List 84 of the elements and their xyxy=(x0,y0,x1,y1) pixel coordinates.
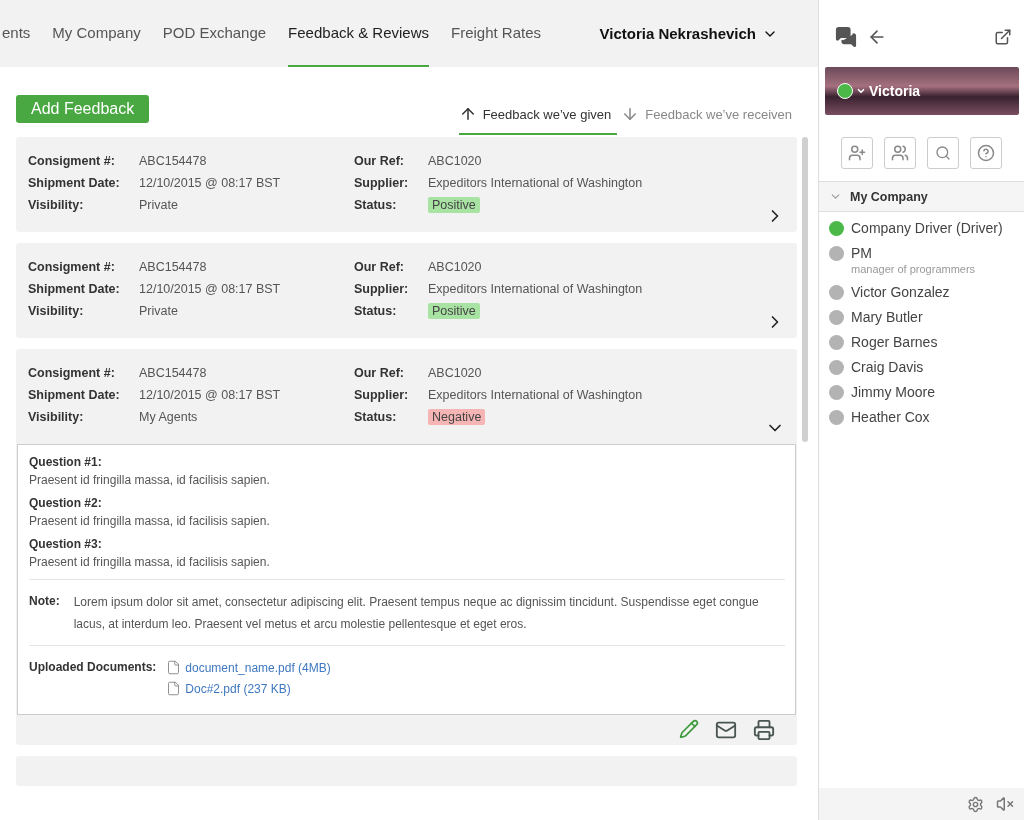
field-value: ABC1020 xyxy=(428,365,483,381)
field-label: Shipment Date: xyxy=(28,175,121,191)
field-value: Private xyxy=(139,303,179,319)
field-label: Visibility: xyxy=(28,303,85,319)
field-value: Expeditors International of Washington xyxy=(428,387,644,403)
field-value: Private xyxy=(139,197,179,213)
field-label: Shipment Date: xyxy=(28,387,121,403)
contact-name[interactable]: Mary Butler xyxy=(851,309,1014,325)
add-user-icon xyxy=(848,144,866,162)
profile-name: Victoria xyxy=(869,83,921,99)
field-value: ABC1020 xyxy=(428,153,483,169)
nav-tab[interactable]: Feedback & Reviews xyxy=(288,0,429,67)
field-label: Supplier: xyxy=(354,387,410,403)
field-label: Consigment #: xyxy=(28,259,116,275)
field-label: Visibility: xyxy=(28,197,85,213)
feedback-tab[interactable]: Feedback we’ve given xyxy=(458,95,618,135)
file-icon xyxy=(166,681,182,696)
document-link[interactable]: document_name.pdf (4MB) xyxy=(166,660,331,675)
field-label: Supplier: xyxy=(354,175,410,191)
documents-label: Uploaded Documents: xyxy=(29,660,157,676)
answer-text: Praesent id fringilla massa, id facilisis sapien. xyxy=(29,514,271,528)
note-label: Note: xyxy=(29,594,60,610)
question-label: Question #3: xyxy=(29,537,103,551)
field-label: Status: xyxy=(354,409,398,425)
field-value: 12/10/2015 @ 08:17 BST xyxy=(139,175,282,191)
help-icon xyxy=(977,144,995,162)
field-label: Shipment Date: xyxy=(28,281,121,297)
field-label: Consigment #: xyxy=(28,365,116,381)
help-button[interactable] xyxy=(970,137,1002,169)
search-button[interactable] xyxy=(927,137,959,169)
field-value: My Agents xyxy=(139,409,199,425)
email-button[interactable] xyxy=(715,719,737,741)
answer-text: Praesent id fringilla massa, id facilisis sapien. xyxy=(29,473,271,487)
search-icon xyxy=(935,145,951,161)
field-label: Our Ref: xyxy=(354,153,405,169)
field-value: ABC154478 xyxy=(139,259,208,275)
caret-icon xyxy=(856,86,866,96)
field-value: Expeditors International of Washington xyxy=(428,175,644,191)
field-label: Our Ref: xyxy=(354,365,405,381)
group-header[interactable]: My Company xyxy=(819,181,1024,212)
contact-name[interactable]: Roger Barnes xyxy=(851,334,1014,350)
contact-name[interactable]: Jimmy Moore xyxy=(851,384,1014,400)
field-label: Status: xyxy=(354,197,398,213)
field-value: ABC154478 xyxy=(139,365,208,381)
note-text: Lorem ipsum dolor sit amet, consectetur adipiscing elit. Praesent tempus neque ac dignissim tincidunt. Suspendisse eget congue lacus, at interdum leo. Praesent vel metus et arcu molestie pellentesque et eget eros. xyxy=(73,594,760,633)
field-label: Consigment #: xyxy=(28,153,116,169)
add-contact-button[interactable] xyxy=(841,137,873,169)
users-icon xyxy=(891,144,909,162)
contact-name[interactable]: PM xyxy=(851,245,1014,261)
contact-name[interactable]: Victor Gonzalez xyxy=(851,284,1014,300)
user-menu[interactable]: Victoria Nekrashevich xyxy=(599,0,778,67)
field-value: 12/10/2015 @ 08:17 BST xyxy=(139,387,282,403)
print-button[interactable] xyxy=(753,719,775,741)
contact-name[interactable]: Company Driver (Driver) xyxy=(851,220,1014,236)
field-label: Our Ref: xyxy=(354,259,405,275)
status-badge: Negative xyxy=(428,409,486,425)
document-link[interactable]: Doc#2.pdf (237 KB) xyxy=(166,681,331,696)
chat-icon[interactable] xyxy=(835,26,857,48)
field-value: Expeditors International of Washington xyxy=(428,281,644,297)
field-value: ABC154478 xyxy=(139,153,208,169)
file-icon xyxy=(166,660,182,675)
nav-tab[interactable]: My Company xyxy=(52,0,141,67)
contact-name[interactable]: Craig Davis xyxy=(851,359,1014,375)
edit-button[interactable] xyxy=(679,719,699,741)
nav-tab[interactable]: ents xyxy=(0,0,31,67)
status-badge: Positive xyxy=(428,303,480,319)
external-link-icon[interactable] xyxy=(994,28,1012,46)
nav-tab[interactable]: POD Exchange xyxy=(162,0,267,67)
field-label: Supplier: xyxy=(354,281,410,297)
status-badge: Positive xyxy=(428,197,480,213)
contact-subtitle: manager of programmers xyxy=(851,263,977,275)
field-label: Visibility: xyxy=(28,409,85,425)
question-label: Question #1: xyxy=(29,455,103,469)
field-label: Status: xyxy=(354,303,398,319)
settings-icon[interactable] xyxy=(967,795,984,813)
mute-icon[interactable] xyxy=(996,795,1014,813)
answer-text: Praesent id fringilla massa, id facilisis sapien. xyxy=(29,555,271,569)
nav-tab[interactable]: Freight Rates xyxy=(451,0,542,67)
question-label: Question #2: xyxy=(29,496,103,510)
group-button[interactable] xyxy=(884,137,916,169)
field-value: 12/10/2015 @ 08:17 BST xyxy=(139,281,282,297)
field-value: ABC1020 xyxy=(428,259,483,275)
feedback-tab[interactable]: Feedback we’ve receiven xyxy=(621,95,798,135)
contact-name[interactable]: Heather Cox xyxy=(851,409,1014,425)
